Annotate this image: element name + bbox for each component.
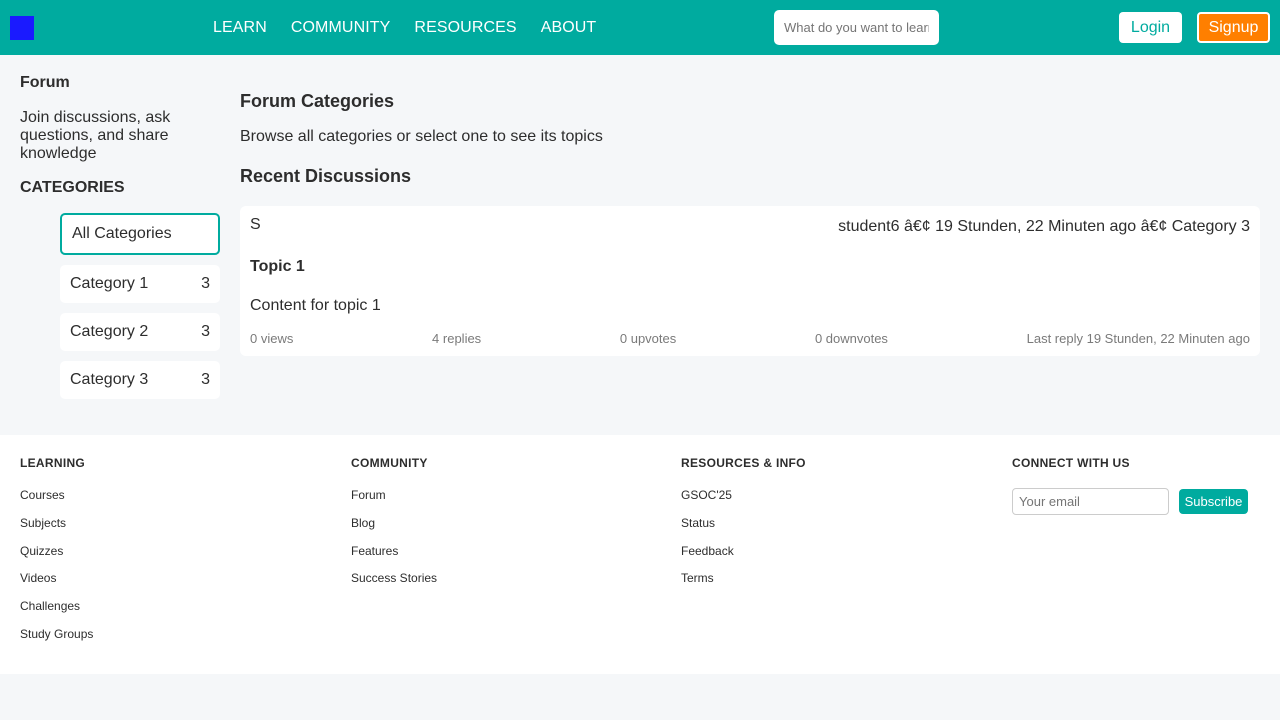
footer-learning: LEARNING Courses Subjects Quizzes Videos… [20,456,93,655]
footer-heading: CONNECT WITH US [1012,456,1130,470]
footer-community: COMMUNITY Forum Blog Features Success St… [351,456,437,599]
downvotes-count: 0 downvotes [814,331,888,346]
footer-link-study-groups[interactable]: Study Groups [20,627,93,641]
footer-heading: RESOURCES & INFO [681,456,806,470]
footer-connect: CONNECT WITH US Subscribe [1012,456,1248,515]
categories-heading: CATEGORIES [20,179,125,196]
footer-link-forum[interactable]: Forum [351,488,437,502]
subscribe-button[interactable]: Subscribe [1179,489,1248,514]
category-count: 3 [201,371,210,388]
footer: LEARNING Courses Subjects Quizzes Videos… [0,435,1280,674]
category-label: Category 2 [70,323,149,340]
last-reply: Last reply 19 Stunden, 22 Minuten ago [1026,331,1250,346]
category-count: 3 [201,275,210,292]
nav-learn[interactable]: LEARN [213,19,267,37]
category-item-1[interactable]: Category 1 3 [60,265,220,303]
page-subtitle: Browse all categories or select one to s… [240,128,603,145]
category-all-label: All Categories [72,225,172,242]
footer-link-subjects[interactable]: Subjects [20,516,93,530]
category-item-3[interactable]: Category 3 3 [60,361,220,399]
upvotes-count: 0 upvotes [619,331,677,346]
views-count: 0 views [250,331,294,346]
sidebar-title: Forum [20,74,70,91]
top-navbar: LEARN COMMUNITY RESOURCES ABOUT Login Si… [0,0,1280,55]
footer-link-courses[interactable]: Courses [20,488,93,502]
category-label: Category 3 [70,371,149,388]
footer-link-gsoc[interactable]: GSOC'25 [681,488,806,502]
category-count: 3 [201,323,210,340]
discussion-title[interactable]: Topic 1 [250,258,305,276]
discussion-meta: student6 â€¢ 19 Stunden, 22 Minuten ago … [838,218,1250,235]
subscribe-form: Subscribe [1012,488,1248,515]
discussion-content: Content for topic 1 [250,297,381,314]
main-nav: LEARN COMMUNITY RESOURCES ABOUT [213,0,620,55]
footer-link-challenges[interactable]: Challenges [20,599,93,613]
sidebar-description: Join discussions, ask questions, and sha… [20,109,171,162]
footer-link-blog[interactable]: Blog [351,516,437,530]
search-input[interactable] [774,10,939,45]
footer-link-videos[interactable]: Videos [20,571,93,585]
footer-resources: RESOURCES & INFO GSOC'25 Status Feedback… [681,456,806,599]
avatar: S [250,216,261,233]
footer-link-features[interactable]: Features [351,544,437,558]
nav-resources[interactable]: RESOURCES [414,19,516,37]
category-all[interactable]: All Categories [60,213,220,255]
category-label: Category 1 [70,275,149,292]
footer-link-status[interactable]: Status [681,516,806,530]
discussion-stats: 0 views 4 replies 0 upvotes 0 downvotes … [250,331,1250,346]
footer-heading: LEARNING [20,456,86,470]
page-title: Forum Categories [240,91,395,111]
footer-link-quizzes[interactable]: Quizzes [20,544,93,558]
discussion-card[interactable]: S student6 â€¢ 19 Stunden, 22 Minuten ag… [240,206,1260,356]
footer-link-terms[interactable]: Terms [681,571,806,585]
replies-count: 4 replies [432,331,482,346]
footer-heading: COMMUNITY [351,456,428,470]
signup-button[interactable]: Signup [1197,12,1270,43]
category-item-2[interactable]: Category 2 3 [60,313,220,351]
logo-square-icon[interactable] [10,16,34,40]
login-button[interactable]: Login [1119,12,1182,43]
nav-community[interactable]: COMMUNITY [291,19,391,37]
footer-link-feedback[interactable]: Feedback [681,544,806,558]
footer-link-success-stories[interactable]: Success Stories [351,571,437,585]
nav-about[interactable]: ABOUT [541,19,597,37]
recent-discussions-heading: Recent Discussions [240,166,412,186]
email-field[interactable] [1012,488,1169,515]
